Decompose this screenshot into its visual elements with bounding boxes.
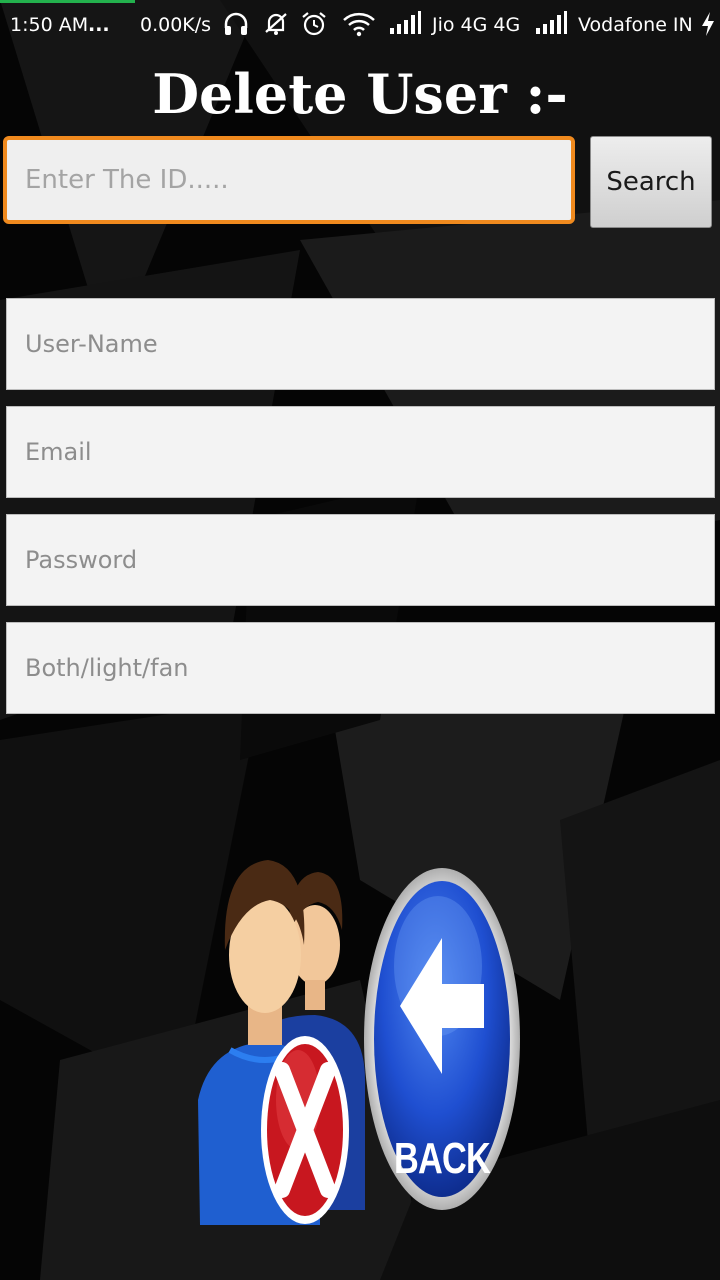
alarm-icon bbox=[302, 12, 326, 36]
status-time: 1:50 AM bbox=[10, 14, 89, 36]
password-field[interactable] bbox=[6, 514, 715, 606]
bell-off-icon bbox=[265, 13, 287, 35]
carrier-2: Vodafone IN bbox=[578, 14, 693, 36]
page-title: Delete User :- bbox=[152, 62, 568, 126]
delete-user-icon[interactable] bbox=[190, 850, 370, 1230]
search-button[interactable]: Search bbox=[590, 136, 712, 228]
carrier-1: Jio 4G 4G bbox=[432, 14, 521, 36]
back-label: BACK bbox=[393, 1134, 491, 1183]
headphones-icon bbox=[224, 12, 248, 35]
signal-icon bbox=[536, 11, 567, 34]
back-button[interactable]: BACK bbox=[362, 866, 522, 1212]
charging-icon bbox=[702, 12, 714, 36]
username-field[interactable] bbox=[6, 298, 715, 390]
signal-icon bbox=[390, 11, 421, 34]
status-overflow: ... bbox=[88, 14, 110, 36]
device-type-field[interactable] bbox=[6, 622, 715, 714]
net-speed: 0.00K/s bbox=[140, 14, 212, 36]
wifi-icon bbox=[343, 12, 375, 37]
download-progress-line bbox=[0, 0, 135, 3]
email-field[interactable] bbox=[6, 406, 715, 498]
id-search-input[interactable] bbox=[3, 136, 575, 224]
status-bar: 1:50 AM ... 0.00K/s Jio 4G 4G Vodafone I bbox=[0, 0, 720, 52]
